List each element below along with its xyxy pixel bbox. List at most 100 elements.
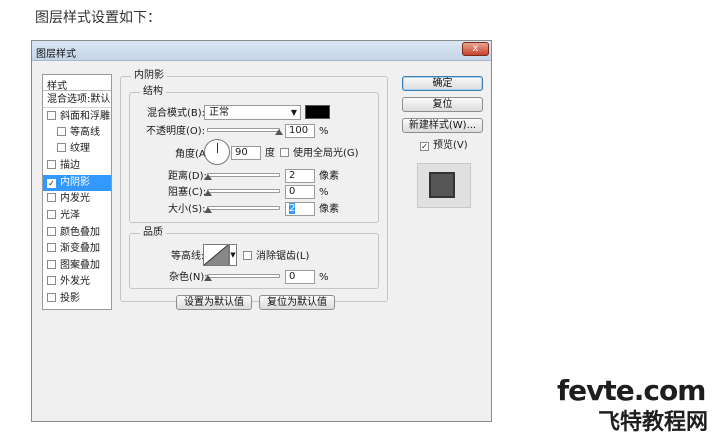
preview-option[interactable]: ✓ 预览(V) [420,139,468,152]
noise-slider-thumb[interactable] [204,275,212,281]
watermark-name: 飞特教程网 [598,410,709,435]
noise-label: 杂色(N): [169,272,208,283]
contour-dropdown-arrow[interactable]: ▼ [229,244,237,266]
preview-checkbox[interactable]: ✓ [420,142,429,151]
distance-slider-thumb[interactable] [204,174,212,180]
styles-item-drop-shadow[interactable]: 投影 [43,291,111,307]
styles-item-label: 渐变叠加 [60,243,100,254]
title-bar[interactable]: 图层样式 x [32,41,491,61]
blend-mode-select[interactable]: 正常 ▼ [204,105,301,120]
styles-item-outer-glow[interactable]: 外发光 [43,274,111,290]
styles-item-label: 斜面和浮雕 [60,111,110,122]
layer-style-dialog: 图层样式 x 样式 混合选项:默认 斜面和浮雕 等高线 纹理 描边 ✓ 内阴影 内… [31,40,492,422]
checkbox-pattern-overlay[interactable] [47,260,56,269]
size-input[interactable]: 2 [285,202,315,216]
reset-to-default-button[interactable]: 复位为默认值 [259,295,335,310]
global-light-option[interactable]: 使用全局光(G) [280,147,359,160]
antialias-option[interactable]: 消除锯齿(L) [243,250,309,263]
contour-curve-icon [204,245,228,265]
new-style-button[interactable]: 新建样式(W)... [402,118,483,133]
close-icon: x [472,43,479,54]
styles-item-inner-glow[interactable]: 内发光 [43,191,111,207]
styles-item-label: 描边 [60,160,80,171]
make-default-button[interactable]: 设置为默认值 [176,295,252,310]
checkbox-color-overlay[interactable] [47,227,56,236]
angle-unit: 度 [265,148,275,159]
antialias-label: 消除锯齿(L) [256,251,310,262]
distance-label: 距离(D): [168,171,207,182]
styles-item-label: 颜色叠加 [60,227,100,238]
distance-input[interactable]: 2 [285,169,315,183]
antialias-checkbox[interactable] [243,251,252,260]
checkbox-texture[interactable] [57,143,66,152]
ok-button[interactable]: 确定 [402,76,483,91]
window-title: 图层样式 [36,49,76,60]
styles-item-texture[interactable]: 纹理 [43,141,111,157]
opacity-input[interactable]: 100 [285,124,315,138]
size-label: 大小(S): [168,204,206,215]
distance-unit: 像素 [319,171,339,182]
global-light-label: 使用全局光(G) [293,148,359,159]
choke-slider[interactable] [207,189,280,193]
structure-group-title: 结构 [140,86,166,98]
styles-item-gradient-overlay[interactable]: 渐变叠加 [43,241,111,257]
opacity-slider-thumb[interactable] [275,129,283,135]
checkbox-outer-glow[interactable] [47,276,56,285]
choke-label: 阻塞(C): [168,187,207,198]
intro-text: 图层样式设置如下： [35,10,161,26]
styles-item-contour[interactable]: 等高线 [43,125,111,141]
reset-button[interactable]: 复位 [402,97,483,112]
choke-input[interactable]: 0 [285,185,315,199]
styles-item-pattern-overlay[interactable]: 图案叠加 [43,258,111,274]
size-unit: 像素 [319,204,339,215]
styles-item-label: 内发光 [60,193,90,204]
noise-input[interactable]: 0 [285,270,315,284]
checkbox-bevel-emboss[interactable] [47,111,56,120]
distance-slider[interactable] [207,173,280,177]
styles-item-label: 等高线 [70,127,100,138]
close-button[interactable]: x [462,42,489,56]
checkbox-satin[interactable] [47,210,56,219]
chevron-down-icon: ▼ [230,251,236,259]
size-input-value: 2 [289,203,296,214]
opacity-unit: % [319,126,329,137]
preview-label: 预览(V) [433,140,468,151]
checkbox-contour[interactable] [57,127,66,136]
checkbox-inner-glow[interactable] [47,193,56,202]
global-light-checkbox[interactable] [280,148,289,157]
opacity-label: 不透明度(O): [146,126,206,137]
styles-item-blending-options[interactable]: 混合选项:默认 [43,92,111,108]
shadow-color-swatch[interactable] [305,105,330,119]
contour-label: 等高线: [171,251,205,262]
blend-mode-value: 正常 [209,107,229,118]
inner-shadow-group-title: 内阴影 [131,70,167,82]
size-slider-thumb[interactable] [204,207,212,213]
styles-item-label: 内阴影 [60,177,90,188]
size-slider[interactable] [207,206,280,210]
noise-unit: % [319,272,329,283]
checkbox-drop-shadow[interactable] [47,293,56,302]
styles-item-label: 纹理 [70,143,90,154]
styles-item-bevel-emboss[interactable]: 斜面和浮雕 [43,109,111,125]
blend-mode-label: 混合模式(B): [147,108,206,119]
style-preview [417,163,471,208]
choke-slider-thumb[interactable] [204,190,212,196]
angle-dial[interactable] [204,139,230,165]
styles-item-satin[interactable]: 光泽 [43,208,111,224]
styles-item-stroke[interactable]: 描边 [43,158,111,174]
styles-item-label: 光泽 [60,210,80,221]
angle-input[interactable]: 90 [231,146,261,160]
style-preview-swatch [429,172,455,198]
styles-item-label: 外发光 [60,276,90,287]
quality-group-title: 品质 [140,227,166,239]
styles-list-header: 样式 [43,75,111,92]
chevron-down-icon: ▼ [290,108,297,117]
styles-item-inner-shadow[interactable]: ✓ 内阴影 [43,175,111,191]
noise-slider[interactable] [207,274,280,278]
checkbox-inner-shadow[interactable]: ✓ [47,179,56,188]
opacity-slider[interactable] [207,128,280,132]
checkbox-stroke[interactable] [47,160,56,169]
styles-item-color-overlay[interactable]: 颜色叠加 [43,225,111,241]
contour-picker[interactable] [203,244,229,266]
checkbox-gradient-overlay[interactable] [47,243,56,252]
